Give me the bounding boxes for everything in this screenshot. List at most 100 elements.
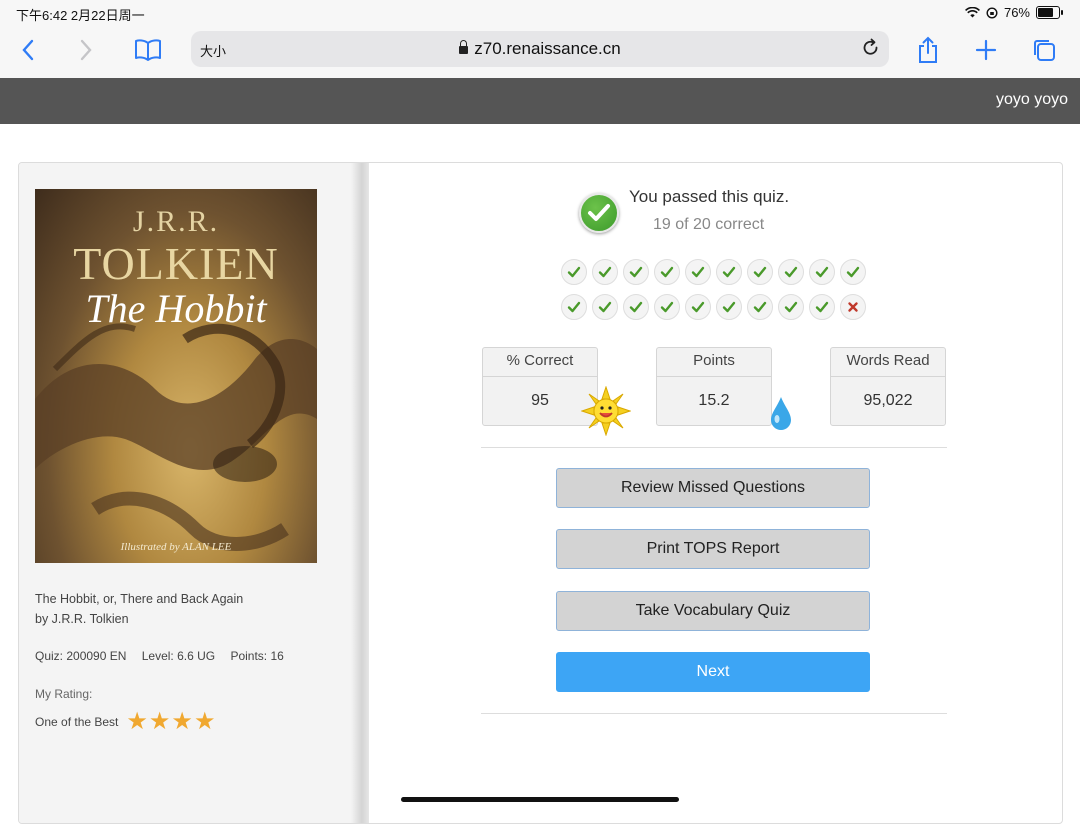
- chevron-left-icon: [22, 39, 34, 61]
- share-icon: [919, 36, 937, 63]
- answer-correct: [840, 259, 866, 285]
- stat-value: 95,022: [863, 392, 913, 409]
- url-text: z70.renaissance.cn: [474, 39, 621, 58]
- home-indicator: [401, 797, 679, 802]
- answer-correct: [654, 259, 680, 285]
- check-icon: [691, 301, 705, 313]
- check-icon: [629, 301, 643, 313]
- battery-fill: [1038, 8, 1054, 17]
- site-header: yoyo yoyo: [0, 78, 1080, 124]
- check-icon: [598, 266, 612, 278]
- answer-grid: [561, 259, 871, 320]
- answer-correct: [685, 259, 711, 285]
- answer-correct: [809, 259, 835, 285]
- book-cover: J.R.R. TOLKIEN The Hobbit Illustrated by…: [35, 189, 317, 563]
- lock-icon: [459, 40, 469, 54]
- divider: [481, 447, 947, 448]
- check-icon: [660, 301, 674, 313]
- answer-correct: [747, 294, 773, 320]
- answer-correct: [592, 294, 618, 320]
- forward-button[interactable]: [70, 36, 102, 64]
- cover-illustrator: Illustrated by ALAN LEE: [120, 541, 232, 553]
- x-icon: [848, 302, 858, 312]
- rating-value: One of the Best ★★★★: [35, 710, 216, 734]
- cover-author-surname: TOLKIEN: [73, 238, 279, 289]
- answer-correct: [809, 294, 835, 320]
- result-title: You passed this quiz.: [629, 187, 790, 206]
- answer-correct: [716, 294, 742, 320]
- browser-toolbar: 大小 z70.renaissance.cn: [0, 26, 1080, 79]
- check-icon: [629, 266, 643, 278]
- tabs-icon: [1034, 40, 1055, 61]
- next-button[interactable]: Next: [556, 652, 870, 692]
- check-icon: [784, 301, 798, 313]
- book-icon: [135, 39, 161, 61]
- quiz-details: Quiz: 200090 EN Level: 6.6 UG Points: 16: [35, 649, 296, 663]
- check-icon: [567, 301, 581, 313]
- check-icon: [598, 301, 612, 313]
- status-bar: 下午6:42 2月22日周一 76%: [0, 0, 1080, 26]
- tabs-button[interactable]: [1028, 36, 1060, 64]
- check-icon: [567, 266, 581, 278]
- reload-button[interactable]: [861, 38, 881, 63]
- result-score: 19 of 20 correct: [653, 216, 765, 233]
- check-icon: [660, 266, 674, 278]
- url-display[interactable]: z70.renaissance.cn: [191, 39, 889, 59]
- book-info: The Hobbit, or, There and Back Again by …: [35, 589, 243, 629]
- new-tab-button[interactable]: [970, 36, 1002, 64]
- vocabulary-quiz-button[interactable]: Take Vocabulary Quiz: [556, 591, 870, 631]
- answer-correct: [747, 259, 773, 285]
- check-icon: [753, 266, 767, 278]
- orientation-lock-icon: [986, 6, 998, 19]
- cover-author: J.R.R.: [132, 205, 220, 238]
- user-menu[interactable]: yoyo yoyo: [996, 91, 1068, 109]
- reload-icon: [863, 38, 878, 55]
- bookmarks-button[interactable]: [132, 36, 164, 64]
- battery-percent: 76%: [1003, 5, 1030, 20]
- answer-correct: [716, 259, 742, 285]
- check-icon: [784, 266, 798, 278]
- status-time-date: 下午6:42 2月22日周一: [16, 8, 145, 23]
- wifi-icon: [965, 7, 980, 18]
- quiz-number: Quiz: 200090 EN: [35, 649, 127, 663]
- stat-label: Words Read: [831, 348, 945, 377]
- book-level: Level: 6.6 UG: [141, 649, 216, 663]
- answer-correct: [685, 294, 711, 320]
- back-button[interactable]: [12, 36, 44, 64]
- book-title: The Hobbit, or, There and Back Again: [35, 592, 244, 606]
- book-author: by J.R.R. Tolkien: [35, 612, 129, 626]
- battery-icon: [1036, 6, 1063, 19]
- rating-text: One of the Best: [35, 715, 119, 729]
- answer-correct: [623, 259, 649, 285]
- stat-words-read: Words Read 95,022: [830, 347, 946, 426]
- book-points: Points: 16: [230, 649, 284, 663]
- water-drop-icon: [771, 397, 791, 430]
- share-button[interactable]: [912, 36, 944, 64]
- print-tops-button[interactable]: Print TOPS Report: [556, 529, 870, 569]
- stat-value: 95: [531, 392, 549, 409]
- check-icon: [815, 301, 829, 313]
- status-right: 76%: [965, 5, 1063, 20]
- plus-icon: [975, 39, 997, 61]
- check-icon: [722, 266, 736, 278]
- stat-value: 15.2: [698, 392, 730, 409]
- answer-correct: [778, 259, 804, 285]
- check-icon: [753, 301, 767, 313]
- review-missed-button[interactable]: Review Missed Questions: [556, 468, 870, 508]
- answer-correct: [592, 259, 618, 285]
- answer-correct: [561, 259, 587, 285]
- answer-correct: [561, 294, 587, 320]
- stat-points: Points 15.2: [656, 347, 772, 426]
- rating-stars[interactable]: ★★★★: [126, 710, 216, 734]
- answer-incorrect: [840, 294, 866, 320]
- check-icon: [846, 266, 860, 278]
- quiz-result-card: J.R.R. TOLKIEN The Hobbit Illustrated by…: [18, 162, 1063, 824]
- answer-correct: [778, 294, 804, 320]
- chevron-right-icon: [80, 39, 92, 61]
- address-bar[interactable]: 大小 z70.renaissance.cn: [191, 31, 889, 67]
- passed-check-icon: [579, 193, 619, 233]
- check-icon: [691, 266, 705, 278]
- cover-title: The Hobbit: [85, 286, 267, 331]
- stat-label: Points: [657, 348, 771, 377]
- answer-correct: [623, 294, 649, 320]
